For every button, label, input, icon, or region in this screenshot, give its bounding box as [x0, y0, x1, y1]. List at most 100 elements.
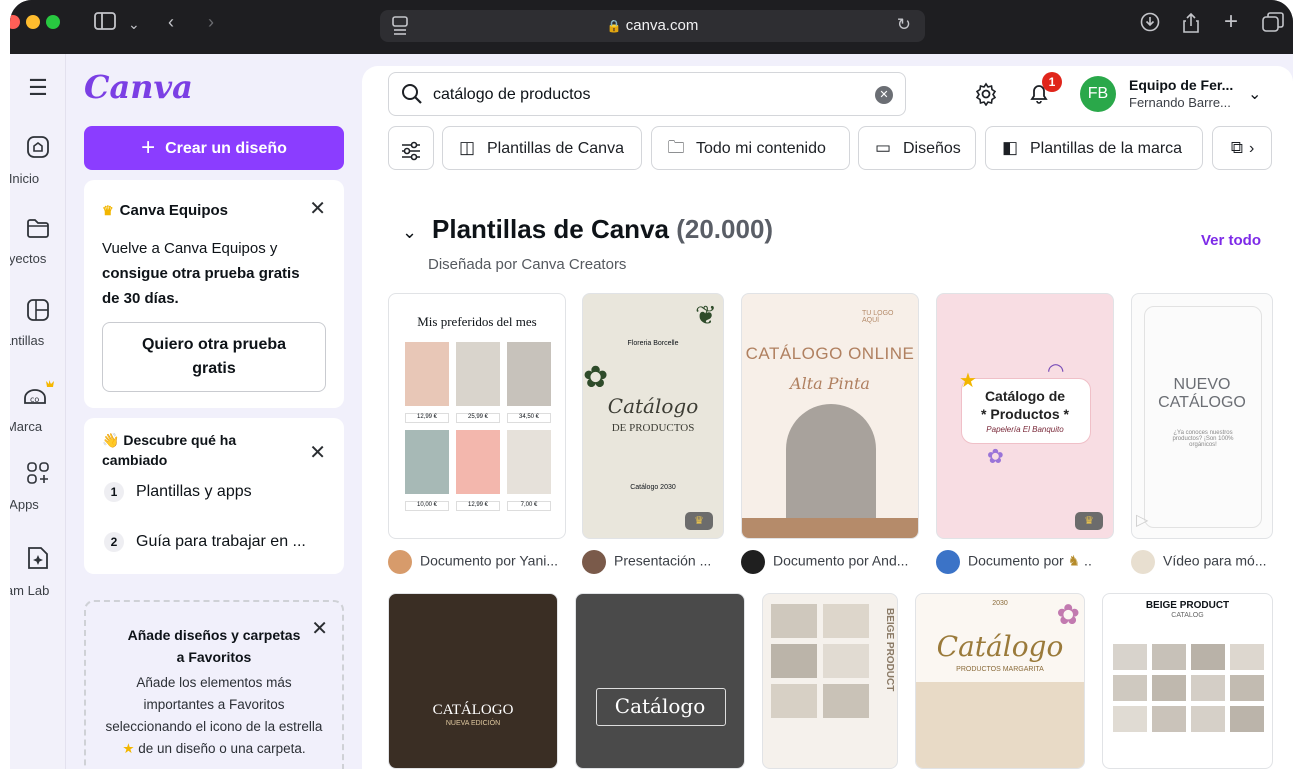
template-meta-label: Presentación ...: [614, 552, 712, 569]
hamburger-icon[interactable]: ☰: [10, 74, 66, 102]
filter-chip-more[interactable]: ⧉ ›: [1212, 126, 1272, 170]
folder-icon: [10, 216, 66, 247]
sidebar-icon[interactable]: [94, 12, 116, 35]
new-tab-icon[interactable]: +: [1224, 8, 1238, 36]
step-number: 2: [104, 532, 124, 552]
gear-icon[interactable]: [974, 82, 998, 111]
share-icon[interactable]: [1182, 12, 1200, 39]
close-icon[interactable]: ✕: [309, 196, 326, 221]
favorites-body-line: Añade los elementos más: [136, 675, 292, 690]
teams-title-text: Canva Equipos: [119, 202, 229, 219]
template-card[interactable]: TU LOGO AQUÍ CATÁLOGO ONLINE Alta Pinta: [741, 293, 919, 539]
list-item[interactable]: 2 Guía para trabajar en ...: [104, 532, 306, 552]
filter-chip-all-content[interactable]: 🗀 Todo mi contenido: [651, 126, 850, 170]
template-meta[interactable]: Vídeo para mó...: [1131, 550, 1273, 578]
template-card[interactable]: CATÁLOGO NUEVA EDICIÓN: [388, 593, 558, 769]
template-card-subtitle: NUEVA EDICIÓN: [445, 720, 501, 727]
search-input[interactable]: catálogo de productos ✕: [388, 72, 906, 116]
avatar[interactable]: FB: [1080, 76, 1116, 112]
account-switcher[interactable]: Equipo de Fer... Fernando Barre...: [1129, 76, 1233, 112]
product-image: [1191, 675, 1225, 701]
another-trial-button[interactable]: Quiero otra prueba gratis: [102, 322, 326, 392]
menu-button[interactable]: ☰: [10, 74, 66, 106]
creator-avatar: [1131, 550, 1155, 574]
filter-button[interactable]: [388, 126, 434, 170]
favorites-body-line: de un diseño o una carpeta.: [138, 741, 306, 756]
templates-icon: [10, 298, 66, 329]
rail-item-dream-lab[interactable]: eam Lab: [10, 544, 66, 598]
templates-icon: ◫: [458, 138, 476, 157]
template-meta[interactable]: Documento por Yani...: [388, 550, 566, 578]
product-image: [1191, 706, 1225, 732]
template-card-subtitle: DE PRODUCTOS: [611, 422, 695, 434]
teams-card-text: Vuelve a Canva Equipos y consigue otra p…: [102, 236, 300, 311]
template-card[interactable]: Floreria Borcelle Catálogo DE PRODUCTOS …: [582, 293, 724, 539]
template-card-title: CATÁLOGO: [432, 702, 514, 718]
product-photo: [916, 682, 1084, 768]
teams-text-line: de 30 días.: [102, 290, 179, 307]
rail-label-dream-lab: eam Lab: [10, 583, 50, 598]
template-card[interactable]: 2030 ✿ Catálogo PRODUCTOS MARGARITA: [915, 593, 1085, 769]
template-card-title-block: NUEVO CATÁLOGO: [1132, 376, 1272, 412]
search-icon: [401, 83, 423, 110]
creator-avatar: [741, 550, 765, 574]
template-card-top: TU LOGO AQUÍ: [862, 310, 894, 324]
template-card-tagline: ¿Ya conoces nuestros productos? ¡Son 100…: [1172, 430, 1234, 448]
template-card[interactable]: BEIGE PRODUCT: [762, 593, 898, 769]
template-card[interactable]: Catálogo: [575, 593, 745, 769]
creator-emoji-icon: ♞: [1067, 552, 1081, 569]
minimize-window-button[interactable]: [26, 15, 40, 29]
product-grid: 12,99 € 25,99 € 34,50 € 10,00 € 12,99 € …: [405, 342, 551, 511]
rail-item-home[interactable]: Inicio: [10, 134, 66, 186]
filter-chip-canva-templates[interactable]: ◫ Plantillas de Canva: [442, 126, 642, 170]
forward-icon[interactable]: ›: [208, 12, 214, 33]
template-card[interactable]: NUEVO CATÁLOGO ¿Ya conoces nuestros prod…: [1131, 293, 1273, 539]
template-card[interactable]: BEIGE PRODUCT CATALOG: [1102, 593, 1273, 769]
chevron-down-icon[interactable]: ⌄: [128, 16, 140, 33]
nav-rail: ☰ Inicio oyectos antillas: [10, 54, 66, 769]
list-item[interactable]: 1 Plantillas y apps: [104, 482, 252, 502]
see-all-link[interactable]: Ver todo: [1201, 232, 1261, 249]
rail-label-apps: Apps: [10, 497, 39, 512]
filter-chip-brand-templates[interactable]: ◧ Plantillas de la marca: [985, 126, 1203, 170]
close-icon[interactable]: ✕: [311, 616, 328, 641]
price-tag: 10,00 €: [405, 501, 449, 511]
chevron-right-icon: ›: [1249, 140, 1255, 157]
filter-chip-designs[interactable]: ▭ Diseños: [858, 126, 976, 170]
tabs-icon[interactable]: [1262, 12, 1284, 37]
address-bar[interactable]: 🔒 canva.com ↻: [380, 10, 925, 42]
template-footer-bar: [742, 518, 918, 538]
product-image: [771, 644, 817, 678]
filter-chip-label: Diseños: [903, 140, 961, 157]
template-card[interactable]: Mis preferidos del mes 12,99 € 25,99 € 3…: [388, 293, 566, 539]
template-meta[interactable]: Documento por And...: [741, 550, 919, 578]
template-card-title: Catálogo: [607, 394, 699, 418]
rail-item-brand[interactable]: co Marca: [10, 378, 66, 434]
template-card-subtitle: Alta Pinta: [790, 374, 870, 393]
rail-item-templates[interactable]: antillas: [10, 298, 66, 348]
search-value: catálogo de productos: [433, 86, 591, 103]
download-icon[interactable]: [1140, 12, 1160, 37]
reload-icon[interactable]: ↻: [897, 15, 911, 35]
product-image: [1152, 706, 1186, 732]
close-window-button[interactable]: [10, 15, 20, 29]
close-icon[interactable]: ✕: [309, 440, 326, 465]
back-icon[interactable]: ‹: [168, 12, 174, 33]
canva-teams-card: ♛ Canva Equipos ✕ Vuelve a Canva Equipos …: [84, 180, 344, 408]
template-card-title: CATÁLOGO ONLINE: [745, 344, 915, 363]
product-image: [1113, 644, 1147, 670]
rail-item-apps[interactable]: Apps: [10, 460, 66, 512]
chevron-down-icon[interactable]: ⌄: [1248, 84, 1261, 104]
product-image: [771, 684, 817, 718]
template-card-tagline: Papelería El Banquito: [986, 425, 1064, 434]
collapse-chevron-icon[interactable]: ⌄: [402, 222, 417, 243]
template-meta[interactable]: Presentación ...: [582, 550, 724, 578]
template-meta[interactable]: Documento por ♞ ..: [936, 550, 1114, 578]
create-design-button[interactable]: + Crear un diseño: [84, 126, 344, 170]
zoom-window-button[interactable]: [46, 15, 60, 29]
template-card[interactable]: Catálogo de * Productos * Papelería El B…: [936, 293, 1114, 539]
clear-search-icon[interactable]: ✕: [875, 86, 893, 104]
favorites-title-text: Añade diseños y carpetas: [127, 627, 301, 643]
canva-logo[interactable]: Canva: [84, 68, 193, 106]
rail-item-projects[interactable]: oyectos: [10, 216, 66, 266]
